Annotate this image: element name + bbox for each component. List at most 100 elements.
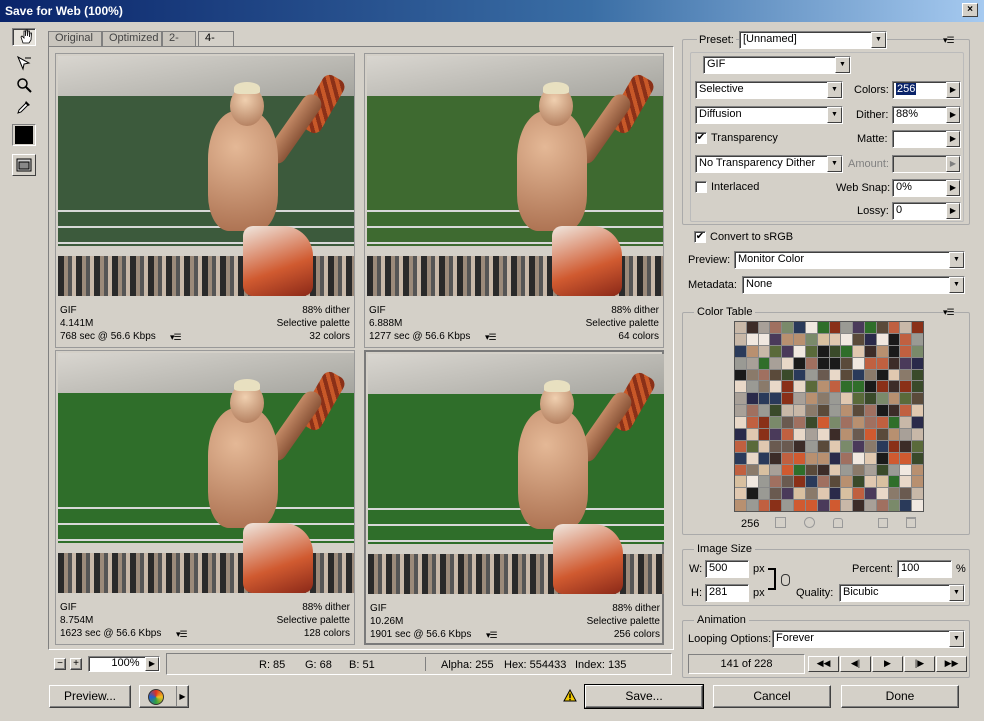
color-swatch[interactable]: [853, 440, 864, 452]
width-field[interactable]: 500: [705, 560, 749, 578]
browser-menu-arrow-icon[interactable]: ▶: [176, 686, 188, 707]
color-swatch[interactable]: [770, 488, 782, 500]
color-swatch[interactable]: [770, 452, 782, 464]
color-swatch[interactable]: [912, 488, 923, 500]
zoom-in-button[interactable]: +: [70, 658, 82, 670]
color-swatch[interactable]: [805, 322, 817, 333]
color-swatch[interactable]: [782, 452, 794, 464]
color-swatch[interactable]: [746, 464, 758, 476]
color-swatch[interactable]: [829, 333, 841, 345]
lossy-field[interactable]: 0 ▶: [892, 202, 961, 220]
color-swatch[interactable]: [735, 333, 746, 345]
color-swatch[interactable]: [805, 464, 817, 476]
color-swatch[interactable]: [841, 476, 853, 488]
color-swatch[interactable]: [864, 333, 876, 345]
color-swatch[interactable]: [794, 440, 805, 452]
color-swatch[interactable]: [770, 405, 782, 416]
color-swatch[interactable]: [794, 393, 805, 405]
color-swatch[interactable]: [853, 345, 864, 357]
color-swatch[interactable]: [794, 452, 805, 464]
color-swatch[interactable]: [782, 500, 794, 511]
color-swatch[interactable]: [746, 405, 758, 416]
color-swatch[interactable]: [770, 333, 782, 345]
file-format-select[interactable]: GIF ▼: [703, 56, 851, 74]
color-swatch[interactable]: [829, 381, 841, 393]
height-field[interactable]: 281: [705, 584, 749, 602]
color-swatch[interactable]: [746, 452, 758, 464]
color-swatch[interactable]: [805, 440, 817, 452]
color-swatch[interactable]: [758, 333, 770, 345]
color-swatch[interactable]: [864, 405, 876, 416]
color-swatch[interactable]: [782, 464, 794, 476]
color-swatch[interactable]: [864, 464, 876, 476]
color-swatch[interactable]: [735, 417, 746, 428]
color-swatch[interactable]: [888, 369, 900, 381]
color-swatch[interactable]: [770, 464, 782, 476]
color-swatch[interactable]: [864, 357, 876, 369]
color-swatch[interactable]: [900, 464, 912, 476]
color-swatch[interactable]: [805, 500, 817, 511]
color-swatch[interactable]: [864, 500, 876, 511]
color-swatch[interactable]: [829, 393, 841, 405]
color-swatch[interactable]: [746, 488, 758, 500]
color-swatch[interactable]: [829, 322, 841, 333]
color-swatch[interactable]: [829, 452, 841, 464]
color-swatch[interactable]: [746, 428, 758, 440]
color-swatch[interactable]: [794, 405, 805, 416]
color-swatch[interactable]: [794, 488, 805, 500]
color-swatch[interactable]: [900, 393, 912, 405]
eyedropper-tool-icon[interactable]: [12, 96, 36, 118]
preview-pane-4[interactable]: GIF 10.26M 1901 sec @ 56.6 Kbps ▾☰ 88% d…: [364, 350, 664, 645]
color-swatch[interactable]: [853, 476, 864, 488]
color-swatch[interactable]: [888, 417, 900, 428]
color-swatch[interactable]: [794, 322, 805, 333]
color-swatch[interactable]: [817, 417, 829, 428]
color-swatch[interactable]: [758, 357, 770, 369]
color-swatch[interactable]: [841, 488, 853, 500]
color-swatch[interactable]: [888, 464, 900, 476]
looping-options-select[interactable]: Forever ▼: [772, 630, 965, 648]
color-swatch[interactable]: [900, 333, 912, 345]
color-swatch[interactable]: [876, 405, 888, 416]
color-swatch[interactable]: [876, 322, 888, 333]
preview-pane-3[interactable]: GIF 8.754M 1623 sec @ 56.6 Kbps ▾☰ 88% d…: [55, 350, 355, 645]
color-swatch[interactable]: [746, 322, 758, 333]
color-swatch[interactable]: [746, 440, 758, 452]
color-swatch[interactable]: [912, 345, 923, 357]
color-swatch[interactable]: [888, 405, 900, 416]
color-swatch[interactable]: [900, 488, 912, 500]
color-swatch[interactable]: [758, 440, 770, 452]
color-swatch[interactable]: [876, 417, 888, 428]
color-swatch[interactable]: [782, 476, 794, 488]
color-swatch[interactable]: [841, 369, 853, 381]
color-swatch[interactable]: [735, 488, 746, 500]
color-reduction-select[interactable]: Selective ▼: [695, 81, 843, 99]
color-swatch[interactable]: [864, 428, 876, 440]
color-swatch[interactable]: [735, 452, 746, 464]
color-swatch[interactable]: [794, 500, 805, 511]
color-swatch[interactable]: [746, 476, 758, 488]
color-swatch[interactable]: [864, 381, 876, 393]
color-swatch[interactable]: [817, 333, 829, 345]
color-swatch[interactable]: [746, 500, 758, 511]
color-swatch[interactable]: [829, 417, 841, 428]
color-swatch[interactable]: [912, 381, 923, 393]
color-swatch[interactable]: [782, 428, 794, 440]
color-swatch[interactable]: [770, 381, 782, 393]
last-frame-button[interactable]: ▶▶: [936, 656, 967, 672]
tab-2-up[interactable]: 2-Up: [162, 31, 196, 57]
color-swatch[interactable]: [805, 417, 817, 428]
color-swatch[interactable]: [876, 428, 888, 440]
color-swatch[interactable]: [912, 428, 923, 440]
color-swatch[interactable]: [900, 405, 912, 416]
color-swatch[interactable]: [805, 405, 817, 416]
color-swatch[interactable]: [864, 345, 876, 357]
color-swatch[interactable]: [876, 393, 888, 405]
color-swatch[interactable]: [794, 357, 805, 369]
color-swatch[interactable]: [758, 500, 770, 511]
color-swatch[interactable]: [817, 428, 829, 440]
color-swatch[interactable]: [888, 345, 900, 357]
download-speed-menu-icon[interactable]: ▾☰: [485, 331, 497, 344]
color-swatch[interactable]: [853, 452, 864, 464]
color-swatch[interactable]: [829, 464, 841, 476]
